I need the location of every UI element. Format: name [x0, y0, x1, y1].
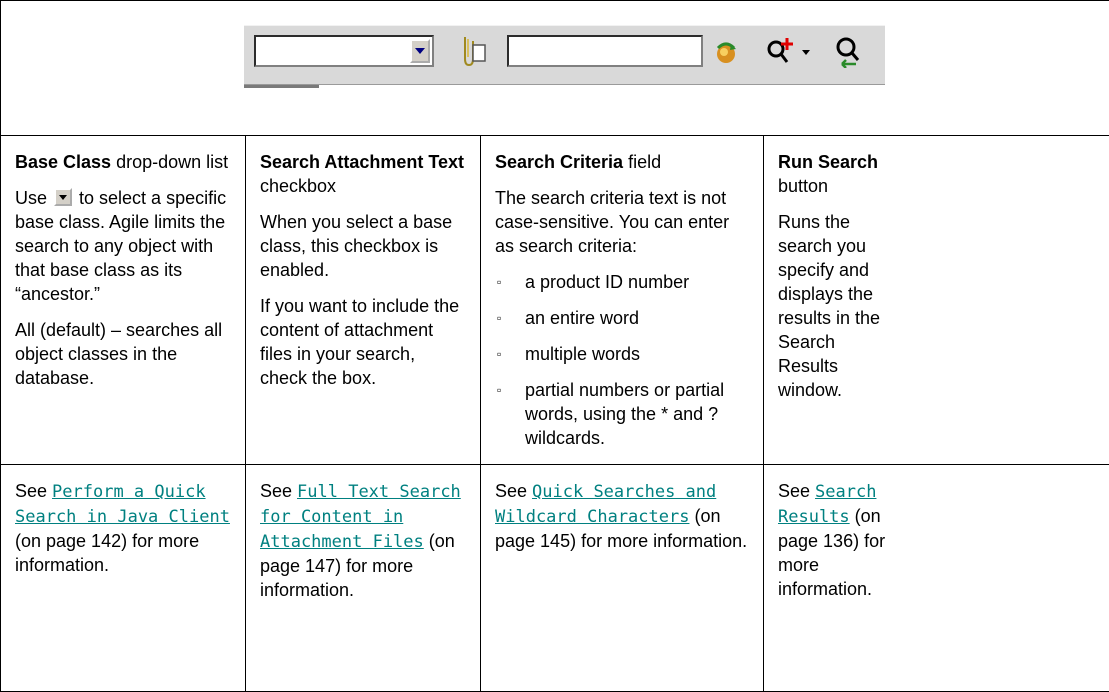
- toolbar-image-cell: [0, 0, 1109, 136]
- toolbar-underline: [244, 85, 319, 88]
- base-class-description-cell: Base Class drop-down list Use to select …: [0, 135, 246, 465]
- run-search-heading: Run Search button: [778, 152, 879, 196]
- attachment-checkbox-icon[interactable]: [457, 33, 487, 69]
- dropdown-arrow-icon: [54, 188, 73, 206]
- quick-search-toolbar-image: [244, 25, 885, 85]
- bullet-icon: ▫: [497, 275, 502, 289]
- run-search-icon[interactable]: [712, 38, 740, 66]
- bullet-icon: ▫: [497, 383, 502, 397]
- see-also-text: See Search Results (on page 136) for mor…: [778, 481, 886, 599]
- search-criteria-field[interactable]: [507, 35, 703, 67]
- base-class-dropdown[interactable]: [254, 35, 434, 67]
- find-search-icon[interactable]: [834, 36, 864, 69]
- base-class-heading: Base Class drop-down list: [15, 152, 229, 172]
- run-search-see-also-cell: See Search Results (on page 136) for mor…: [763, 464, 1109, 692]
- list-item: ▫ a product ID number: [497, 272, 690, 292]
- run-search-description: Runs the search you specify and displays…: [778, 212, 881, 400]
- attachment-text-usage: If you want to include the content of at…: [260, 296, 460, 388]
- search-criteria-see-also-cell: See Quick Searches and Wildcard Characte…: [480, 464, 764, 692]
- quick-search-reference-table: Base Class drop-down list Use to select …: [0, 0, 1109, 692]
- search-criteria-description-cell: Search Criteria field The search criteri…: [480, 135, 764, 465]
- list-item: ▫ partial numbers or partial words, using…: [497, 380, 725, 448]
- see-also-text: See Full Text Search for Content in Atta…: [260, 481, 461, 600]
- advanced-search-icon[interactable]: [767, 36, 817, 66]
- bullet-icon: ▫: [497, 347, 502, 361]
- run-search-description-cell: Run Search button Runs the search you sp…: [763, 135, 1109, 465]
- list-item: ▫ an entire word: [497, 308, 640, 328]
- base-class-see-also-cell: See Perform a Quick Search in Java Clien…: [0, 464, 246, 692]
- see-also-text: See Perform a Quick Search in Java Clien…: [15, 481, 230, 575]
- bullet-icon: ▫: [497, 311, 502, 325]
- search-criteria-heading: Search Criteria field: [495, 152, 662, 172]
- search-criteria-list: ▫ a product ID number ▫ an entire word ▫ mu…: [495, 270, 749, 450]
- attachment-text-heading: Search Attachment Text checkbox: [260, 152, 465, 196]
- base-class-usage: Use to select a specific base class. Agi…: [15, 188, 227, 304]
- attachment-text-enabled: When you select a base class, this check…: [260, 212, 453, 280]
- see-also-text: See Quick Searches and Wildcard Characte…: [495, 481, 748, 551]
- search-criteria-intro: The search criteria text is not case-sen…: [495, 188, 730, 256]
- attachment-text-description-cell: Search Attachment Text checkbox When you…: [245, 135, 481, 465]
- dropdown-arrow-icon[interactable]: [410, 39, 430, 63]
- attachment-see-also-cell: See Full Text Search for Content in Atta…: [245, 464, 481, 692]
- list-item: ▫ multiple words: [497, 344, 641, 364]
- base-class-default: All (default) – searches all object clas…: [15, 320, 223, 388]
